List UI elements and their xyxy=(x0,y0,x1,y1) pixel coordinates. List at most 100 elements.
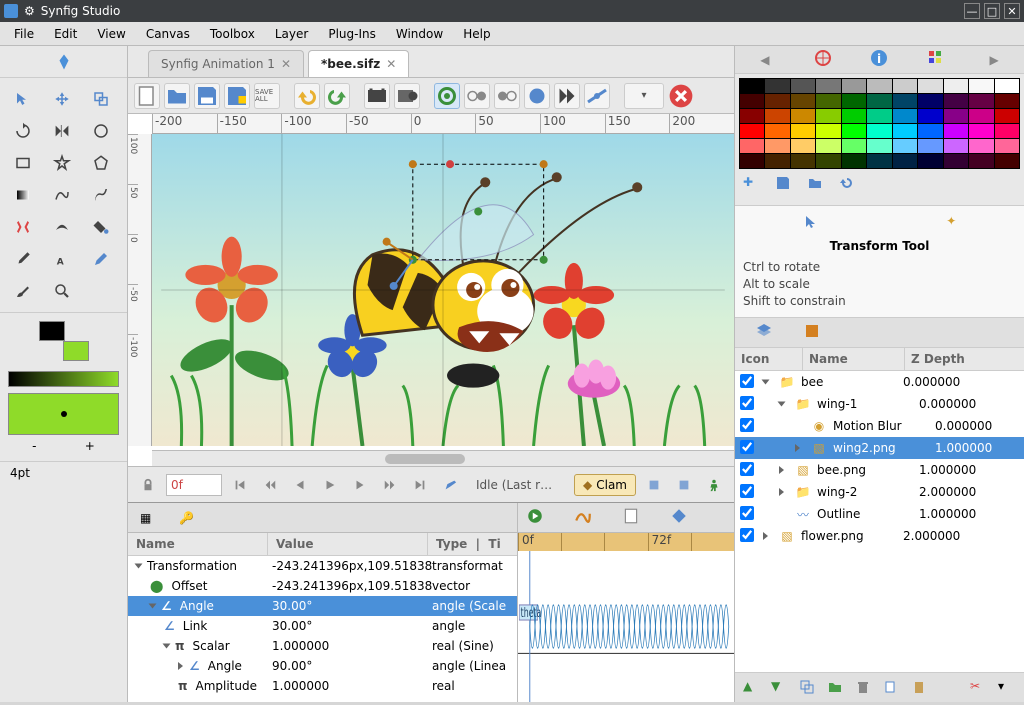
palette-color[interactable] xyxy=(816,79,840,93)
palette-color[interactable] xyxy=(944,109,968,123)
animate-mode-button[interactable] xyxy=(438,473,462,497)
layer-row[interactable]: 〰Outline1.000000 xyxy=(735,503,1024,525)
params-col-value[interactable]: Value xyxy=(268,533,428,555)
brush-tool[interactable] xyxy=(6,276,40,306)
layers-col-icon[interactable]: Icon xyxy=(735,348,803,370)
layer-row[interactable]: 📁wing-22.000000 xyxy=(735,481,1024,503)
children-tab-icon[interactable]: 🔑 xyxy=(175,507,198,529)
palette-color[interactable] xyxy=(867,109,891,123)
layer-cut-button[interactable]: ✂ xyxy=(970,679,988,697)
timetrack-tab-icon[interactable] xyxy=(526,507,544,528)
circle-tool[interactable] xyxy=(84,116,118,146)
palette-color[interactable] xyxy=(740,79,764,93)
layer-down-button[interactable]: ▼ xyxy=(771,679,789,697)
palette-color[interactable] xyxy=(842,124,866,138)
onion-skin-button[interactable] xyxy=(434,83,460,109)
layer-visible-checkbox[interactable] xyxy=(740,396,754,410)
palette-color[interactable] xyxy=(969,94,993,108)
mirror-tool[interactable] xyxy=(45,116,79,146)
layer-up-button[interactable]: ▲ xyxy=(743,679,761,697)
onion-next-button[interactable] xyxy=(494,83,520,109)
palette-color[interactable] xyxy=(893,154,917,168)
palette-color[interactable] xyxy=(816,154,840,168)
layer-visible-checkbox[interactable] xyxy=(740,374,754,388)
onion-prev-button[interactable] xyxy=(464,83,490,109)
palette-color[interactable] xyxy=(893,139,917,153)
palette-color[interactable] xyxy=(918,124,942,138)
palette-color[interactable] xyxy=(842,79,866,93)
palette-color[interactable] xyxy=(765,109,789,123)
palette-color[interactable] xyxy=(918,154,942,168)
canvas-browser-tab-icon[interactable] xyxy=(803,322,821,343)
clamp-button[interactable]: ◆Clam xyxy=(574,474,636,496)
palette-color[interactable] xyxy=(893,124,917,138)
layer-visible-checkbox[interactable] xyxy=(740,528,754,542)
scale-tool[interactable] xyxy=(84,84,118,114)
param-row[interactable]: πAmplitude1.000000real xyxy=(128,676,517,696)
palette-color[interactable] xyxy=(867,154,891,168)
palette-color[interactable] xyxy=(867,124,891,138)
menu-file[interactable]: File xyxy=(4,27,44,41)
palette-color[interactable] xyxy=(995,139,1019,153)
palette-color[interactable] xyxy=(765,154,789,168)
save-button[interactable] xyxy=(194,83,220,109)
gradient-tool[interactable] xyxy=(6,180,40,210)
keyframe-lock-button[interactable] xyxy=(136,473,160,497)
quality-dropdown[interactable]: ▾ xyxy=(624,83,664,109)
palette-color[interactable] xyxy=(765,124,789,138)
palette-color[interactable] xyxy=(791,154,815,168)
layers-col-z[interactable]: Z Depth xyxy=(905,348,1024,370)
sketch-tool[interactable] xyxy=(84,244,118,274)
palette-color[interactable] xyxy=(791,139,815,153)
star-tool[interactable] xyxy=(45,148,79,178)
keyframes-tab-icon[interactable] xyxy=(670,507,688,528)
layer-row[interactable]: 📁wing-10.000000 xyxy=(735,393,1024,415)
palette-color[interactable] xyxy=(918,139,942,153)
horizontal-scrollbar[interactable] xyxy=(152,450,734,466)
keyframe-future-button[interactable] xyxy=(672,473,696,497)
palette-color[interactable] xyxy=(995,124,1019,138)
gradient-swatch[interactable] xyxy=(8,371,119,387)
params-col-name[interactable]: Name xyxy=(128,533,268,555)
params-col-ti[interactable]: Ti xyxy=(488,537,500,551)
fill-color-swatch[interactable] xyxy=(63,341,89,361)
palette-color[interactable] xyxy=(791,109,815,123)
eyedrop-tool[interactable] xyxy=(6,244,40,274)
seek-next-frame-button[interactable] xyxy=(348,473,372,497)
palette-color[interactable] xyxy=(740,124,764,138)
layer-visible-checkbox[interactable] xyxy=(740,506,754,520)
param-row[interactable]: Transformation-243.241396px,109.51838tra… xyxy=(128,556,517,576)
stroke-width[interactable]: 4pt xyxy=(0,461,127,484)
seek-prev-kf-button[interactable] xyxy=(258,473,282,497)
layers-tab-icon[interactable] xyxy=(755,322,773,343)
render-button[interactable] xyxy=(364,83,390,109)
layer-visible-checkbox[interactable] xyxy=(740,418,754,432)
smooth-move-tool[interactable] xyxy=(45,84,79,114)
layers-col-name[interactable]: Name xyxy=(803,348,905,370)
palette-color[interactable] xyxy=(842,139,866,153)
info-tab-icon[interactable]: i xyxy=(870,49,888,70)
layer-more-button[interactable]: ▾ xyxy=(998,679,1016,697)
palette-color[interactable] xyxy=(816,139,840,153)
outline-color-swatch[interactable] xyxy=(39,321,65,341)
menu-window[interactable]: Window xyxy=(386,27,453,41)
menu-plug-ins[interactable]: Plug-Ins xyxy=(318,27,386,41)
curves-tab-icon[interactable] xyxy=(574,507,592,528)
layer-group-button[interactable] xyxy=(827,679,845,697)
palette-color[interactable] xyxy=(867,139,891,153)
save-all-button[interactable]: SAVE ALL xyxy=(254,83,280,109)
zoom-tool[interactable] xyxy=(45,276,79,306)
palette-add-button[interactable]: ✚ xyxy=(743,175,763,195)
animate-person-icon[interactable] xyxy=(702,473,726,497)
zoom-out-button[interactable]: - xyxy=(32,439,36,453)
close-tab-button[interactable] xyxy=(668,83,694,109)
undo-button[interactable] xyxy=(294,83,320,109)
maximize-button[interactable]: □ xyxy=(984,3,1000,19)
palette-color[interactable] xyxy=(740,154,764,168)
text-tool[interactable]: A xyxy=(45,244,79,274)
fill-tool[interactable] xyxy=(84,212,118,242)
seek-next-kf-button[interactable] xyxy=(378,473,402,497)
layer-visible-checkbox[interactable] xyxy=(740,484,754,498)
layer-duplicate-button[interactable] xyxy=(799,679,817,697)
param-row[interactable]: ∠Angle90.00°angle (Linea xyxy=(128,656,517,676)
